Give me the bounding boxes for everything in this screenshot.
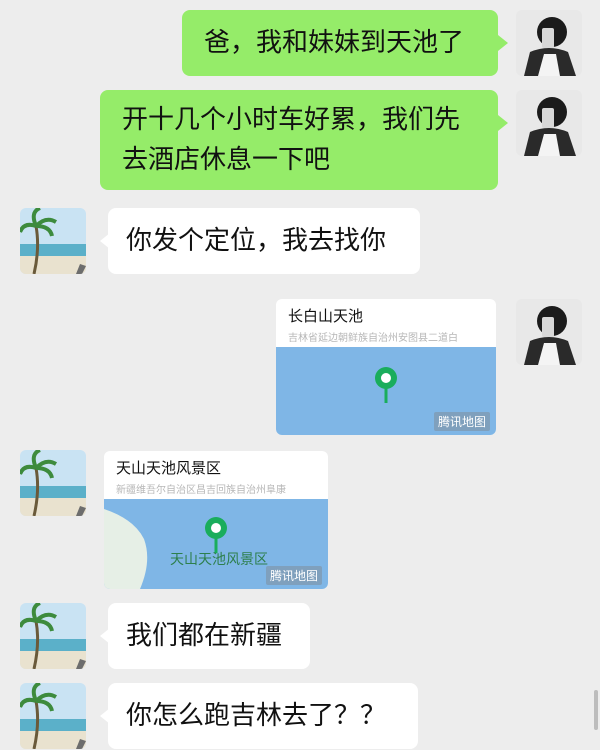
my-avatar[interactable] (516, 90, 582, 156)
location-title: 天山天池风景区 (116, 459, 222, 477)
contact-avatar[interactable] (20, 603, 86, 669)
palm-tree-beach-icon (20, 450, 86, 516)
my-avatar[interactable] (516, 299, 582, 365)
scrollbar[interactable] (594, 690, 598, 730)
map-pin-icon (375, 367, 397, 403)
person-avatar-icon (516, 90, 582, 156)
map-provider-badge: 腾讯地图 (265, 566, 322, 585)
person-avatar-icon (516, 10, 582, 76)
contact-avatar[interactable] (20, 208, 86, 274)
message-bubble-received[interactable]: 你发个定位，我去找你 (108, 208, 420, 274)
my-avatar[interactable] (516, 10, 582, 76)
bubble-tail (498, 115, 508, 131)
location-map: 天山天池风景区 腾讯地图 (104, 499, 328, 589)
message-text: 你怎么跑吉林去了？？ (126, 701, 387, 731)
contact-avatar[interactable] (20, 683, 86, 749)
message-text: 我们都在新疆 (126, 621, 283, 651)
message-bubble-received[interactable]: 你怎么跑吉林去了？？ (108, 683, 418, 749)
palm-tree-beach-icon (20, 603, 86, 669)
message-text: 爸，我和妹妹到天池了 (204, 28, 465, 58)
map-place-label: 天山天池风景区 (170, 552, 268, 568)
person-avatar-icon (516, 299, 582, 365)
bubble-tail (498, 35, 508, 51)
message-text: 去酒店休息一下吧 (122, 145, 331, 175)
map-provider-badge: 腾讯地图 (433, 412, 490, 431)
message-bubble-sent[interactable]: 爸，我和妹妹到天池了 (182, 10, 498, 76)
location-map: 腾讯地图 (276, 347, 496, 435)
message-text: 你发个定位，我去找你 (126, 226, 387, 256)
message-bubble-sent[interactable]: 开十几个小时车好累，我们先 去酒店休息一下吧 (100, 90, 498, 190)
location-address: 吉林省延边朝鲜族自治州安图县二道白 (288, 333, 458, 344)
location-card-sent[interactable]: 长白山天池 吉林省延边朝鲜族自治州安图县二道白 腾讯地图 (276, 299, 496, 435)
location-card-received[interactable]: 天山天池风景区 新疆维吾尔自治区昌吉回族自治州阜康 天山天池风景区 腾讯地图 (104, 451, 328, 589)
location-title: 长白山天池 (288, 307, 364, 325)
contact-avatar[interactable] (20, 450, 86, 516)
location-address: 新疆维吾尔自治区昌吉回族自治州阜康 (116, 485, 286, 496)
message-text: 开十几个小时车好累，我们先 (122, 105, 461, 135)
message-bubble-received[interactable]: 我们都在新疆 (108, 603, 310, 669)
palm-tree-beach-icon (20, 683, 86, 749)
palm-tree-beach-icon (20, 208, 86, 274)
